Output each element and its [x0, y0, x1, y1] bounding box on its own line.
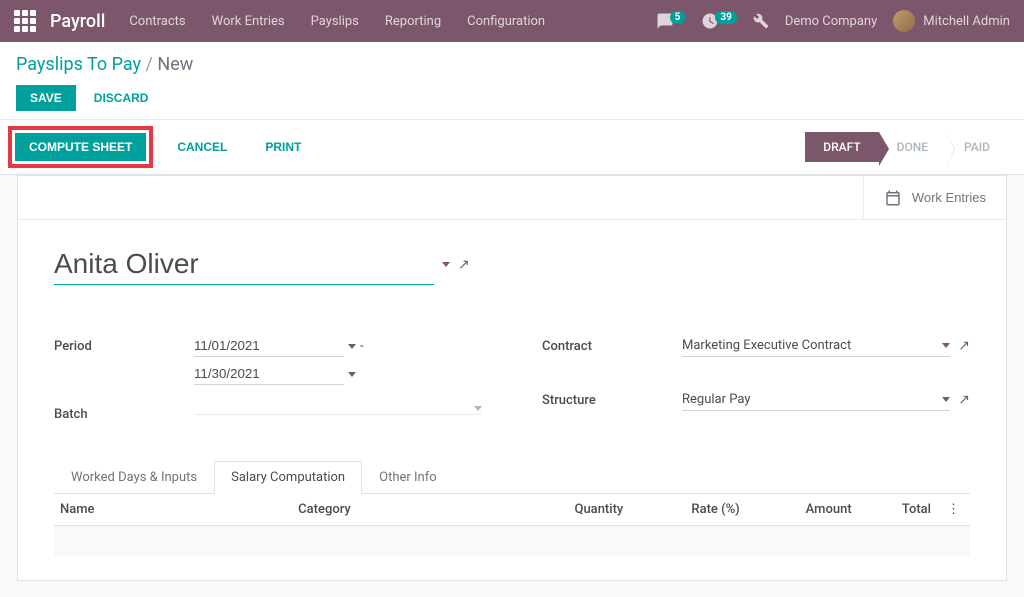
calendar-icon [884, 189, 902, 207]
table-empty-row [54, 526, 970, 556]
form-body: ↗ Period - [18, 220, 1006, 580]
status-draft[interactable]: DRAFT [805, 132, 878, 162]
col-amount: Amount [746, 494, 858, 526]
structure-row: Structure Regular Pay ↗ [542, 389, 970, 411]
contract-value: Marketing Executive Contract [682, 338, 851, 353]
external-link-icon[interactable]: ↗ [458, 257, 470, 273]
avatar [893, 10, 915, 32]
period-row: Period - [54, 335, 482, 385]
save-button[interactable]: SAVE [16, 85, 76, 111]
status-paid[interactable]: PAID [946, 132, 1008, 162]
employee-input[interactable] [54, 244, 434, 285]
kebab-icon[interactable]: ⋮ [943, 502, 964, 517]
nav-reporting[interactable]: Reporting [385, 14, 441, 29]
compute-sheet-button[interactable]: COMPUTE SHEET [15, 133, 146, 161]
nav-configuration[interactable]: Configuration [467, 14, 545, 29]
breadcrumb-sep: / [146, 54, 158, 75]
activities-badge: 39 [715, 11, 736, 24]
form-col-right: Contract Marketing Executive Contract ↗ … [542, 335, 970, 440]
structure-value: Regular Pay [682, 392, 751, 407]
col-rate: Rate (%) [629, 494, 745, 526]
period-label: Period [54, 335, 194, 354]
apps-menu-icon[interactable] [14, 10, 36, 32]
tab-salary-computation[interactable]: Salary Computation [214, 461, 362, 494]
cancel-button[interactable]: CANCEL [163, 134, 241, 160]
user-menu[interactable]: Mitchell Admin [893, 10, 1010, 32]
period-from-input[interactable] [194, 335, 344, 357]
button-box: Work Entries [18, 176, 1006, 220]
title-field: ↗ [54, 244, 970, 285]
messages-button[interactable]: 5 [656, 12, 686, 30]
navbar-right: 5 39 Demo Company Mitchell Admin [656, 10, 1010, 32]
external-link-icon[interactable]: ↗ [958, 338, 970, 354]
chevron-down-icon[interactable] [442, 262, 450, 267]
chevron-down-icon[interactable] [348, 344, 356, 349]
discard-button[interactable]: DISCARD [80, 85, 163, 111]
batch-row: Batch [54, 403, 482, 422]
messages-badge: 5 [670, 11, 686, 24]
chevron-down-icon [474, 406, 482, 411]
control-panel: Payslips To Pay / New SAVE DISCARD [0, 42, 1024, 119]
breadcrumb-back[interactable]: Payslips To Pay [16, 54, 141, 75]
period-separator: - [360, 339, 364, 354]
action-bar: COMPUTE SHEET CANCEL PRINT DRAFT DONE PA… [0, 119, 1024, 175]
action-links: CANCEL PRINT [163, 134, 315, 160]
status-done[interactable]: DONE [879, 132, 946, 162]
tab-worked-days[interactable]: Worked Days & Inputs [54, 461, 214, 494]
work-entries-stat-button[interactable]: Work Entries [863, 176, 1006, 219]
tab-other-info[interactable]: Other Info [362, 461, 454, 494]
activities-button[interactable]: 39 [701, 12, 736, 30]
tabs: Worked Days & Inputs Salary Computation … [54, 460, 970, 494]
highlight-annotation: COMPUTE SHEET [8, 126, 153, 168]
salary-table: Name Category Quantity Rate (%) Amount T… [54, 494, 970, 556]
navbar-menu: Contracts Work Entries Payslips Reportin… [129, 14, 655, 29]
chevron-down-icon [942, 397, 950, 402]
col-name: Name [54, 494, 292, 526]
nav-work-entries[interactable]: Work Entries [212, 14, 285, 29]
company-selector[interactable]: Demo Company [785, 14, 877, 29]
batch-select[interactable] [194, 403, 482, 415]
structure-select[interactable]: Regular Pay [682, 389, 950, 411]
col-total: Total [858, 494, 937, 526]
breadcrumb: Payslips To Pay / New [16, 54, 1008, 75]
form-columns: Period - [54, 335, 970, 440]
structure-label: Structure [542, 389, 682, 408]
form-sheet: Work Entries ↗ Period [17, 175, 1007, 581]
col-quantity: Quantity [512, 494, 629, 526]
col-category: Category [292, 494, 512, 526]
chevron-down-icon [942, 343, 950, 348]
app-brand[interactable]: Payroll [50, 11, 105, 32]
form-sheet-bg: Work Entries ↗ Period [0, 175, 1024, 597]
chevron-down-icon[interactable] [348, 372, 356, 377]
debug-icon[interactable] [753, 13, 769, 29]
contract-row: Contract Marketing Executive Contract ↗ [542, 335, 970, 357]
period-to-input[interactable] [194, 363, 344, 385]
table-header-row: Name Category Quantity Rate (%) Amount T… [54, 494, 970, 526]
user-name: Mitchell Admin [923, 14, 1010, 29]
breadcrumb-current: New [157, 54, 193, 75]
work-entries-label: Work Entries [912, 190, 986, 205]
nav-payslips[interactable]: Payslips [311, 14, 359, 29]
status-bar: DRAFT DONE PAID [805, 132, 1008, 162]
control-buttons: SAVE DISCARD [16, 85, 1008, 111]
batch-label: Batch [54, 403, 194, 422]
external-link-icon[interactable]: ↗ [958, 392, 970, 408]
nav-contracts[interactable]: Contracts [129, 14, 185, 29]
print-button[interactable]: PRINT [251, 134, 315, 160]
contract-label: Contract [542, 335, 682, 354]
contract-select[interactable]: Marketing Executive Contract [682, 335, 950, 357]
navbar: Payroll Contracts Work Entries Payslips … [0, 0, 1024, 42]
form-col-left: Period - [54, 335, 482, 440]
